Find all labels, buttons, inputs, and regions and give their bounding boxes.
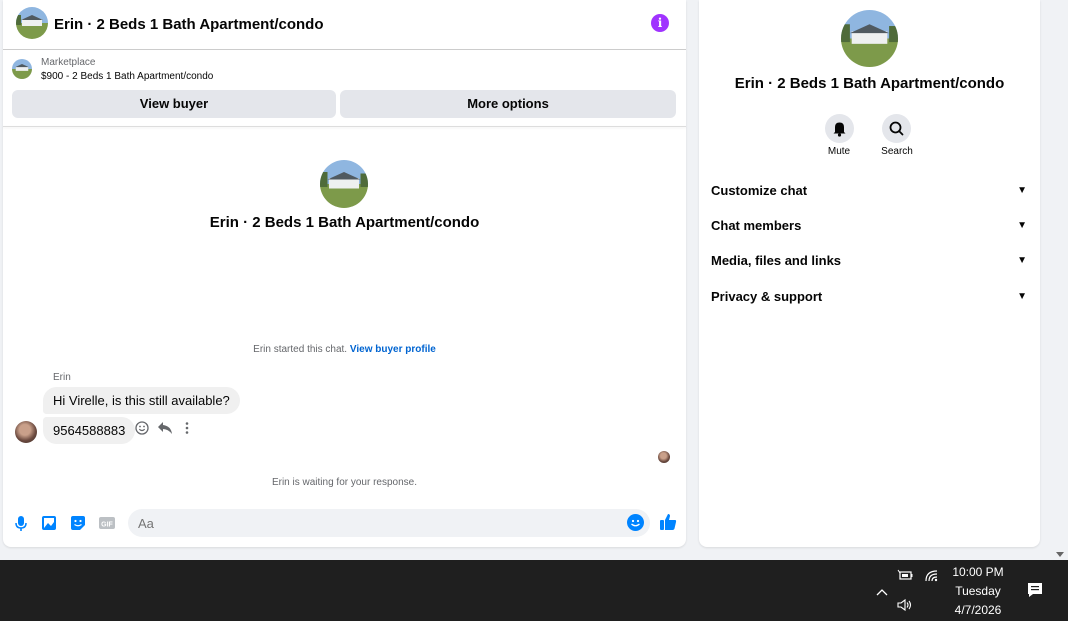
- marketplace-label: Marketplace: [41, 57, 96, 68]
- started-text: Erin started this chat.: [253, 344, 348, 355]
- message-input[interactable]: [128, 509, 650, 537]
- message-bubble[interactable]: Hi Virelle, is this still available?: [43, 387, 240, 414]
- microphone-icon[interactable]: [12, 514, 30, 532]
- chat-title: Erin · 2 Beds 1 Bath Apartment/condo: [54, 16, 324, 33]
- volume-icon[interactable]: [897, 598, 913, 612]
- listing-thumbnail[interactable]: [12, 59, 32, 79]
- chat-members-section[interactable]: Chat members ▼: [711, 215, 1029, 237]
- mute-label: Mute: [827, 146, 851, 157]
- photo-icon[interactable]: [40, 514, 58, 532]
- more-options-button[interactable]: More options: [340, 90, 676, 118]
- listing-avatar[interactable]: [16, 7, 48, 39]
- details-avatar: [841, 10, 898, 67]
- section-label: Customize chat: [711, 183, 808, 198]
- battery-icon[interactable]: [897, 568, 913, 582]
- sticker-icon[interactable]: [69, 514, 87, 532]
- clock-day: Tuesday: [955, 584, 1001, 598]
- chat-intro-title: Erin · 2 Beds 1 Bath Apartment/condo: [209, 214, 480, 231]
- system-clock[interactable]: 10:00 PM Tuesday 4/7/2026: [946, 563, 1010, 620]
- chat-started-notice: Erin started this chat. View buyer profi…: [3, 344, 686, 355]
- message-bubble[interactable]: 9564588883: [43, 417, 136, 444]
- section-label: Media, files and links: [711, 253, 842, 268]
- divider: [3, 126, 686, 127]
- chat-header: Erin · 2 Beds 1 Bath Apartment/condo i: [3, 0, 686, 50]
- wifi-icon[interactable]: [924, 568, 940, 582]
- chat-panel: Erin · 2 Beds 1 Bath Apartment/condo i M…: [3, 0, 686, 547]
- scroll-down-arrow[interactable]: [1055, 546, 1065, 557]
- show-hidden-icons-chevron[interactable]: [876, 584, 888, 596]
- chat-avatar: [320, 160, 368, 208]
- notification-icon[interactable]: [1026, 581, 1044, 599]
- customize-chat-section[interactable]: Customize chat ▼: [711, 180, 1029, 202]
- conversation-details-panel: Erin · 2 Beds 1 Bath Apartment/condo Mut…: [699, 0, 1040, 547]
- media-files-links-section[interactable]: Media, files and links ▼: [711, 250, 1029, 272]
- chevron-down-icon: ▼: [1017, 255, 1027, 266]
- gif-icon[interactable]: GIF: [98, 514, 116, 532]
- privacy-support-section[interactable]: Privacy & support ▼: [711, 286, 1029, 308]
- waiting-notice: Erin is waiting for your response.: [271, 477, 418, 488]
- clock-time: 10:00 PM: [952, 565, 1004, 579]
- mute-button[interactable]: [825, 114, 854, 143]
- chevron-down-icon: ▼: [1017, 185, 1027, 196]
- sender-avatar[interactable]: [15, 421, 37, 443]
- search-label: Search: [881, 146, 913, 157]
- more-icon[interactable]: [179, 421, 195, 437]
- view-buyer-button[interactable]: View buyer: [12, 90, 336, 118]
- thumbs-up-icon[interactable]: [658, 512, 678, 532]
- search-button[interactable]: [882, 114, 911, 143]
- details-title: Erin · 2 Beds 1 Bath Apartment/condo: [734, 75, 1005, 92]
- clock-date: 4/7/2026: [954, 603, 1002, 617]
- section-label: Chat members: [711, 218, 802, 233]
- view-buyer-profile-link[interactable]: View buyer profile: [350, 344, 436, 355]
- listing-text[interactable]: $900 - 2 Beds 1 Bath Apartment/condo: [41, 71, 213, 82]
- section-label: Privacy & support: [711, 289, 823, 304]
- info-icon[interactable]: i: [651, 14, 669, 32]
- reply-icon[interactable]: [157, 421, 173, 437]
- seen-avatar: [658, 451, 670, 463]
- sender-name: Erin: [53, 372, 71, 383]
- chevron-down-icon: ▼: [1017, 291, 1027, 302]
- emoji-icon[interactable]: [627, 514, 644, 531]
- react-icon[interactable]: [134, 421, 150, 437]
- chevron-down-icon: ▼: [1017, 220, 1027, 231]
- svg-text:GIF: GIF: [101, 522, 113, 529]
